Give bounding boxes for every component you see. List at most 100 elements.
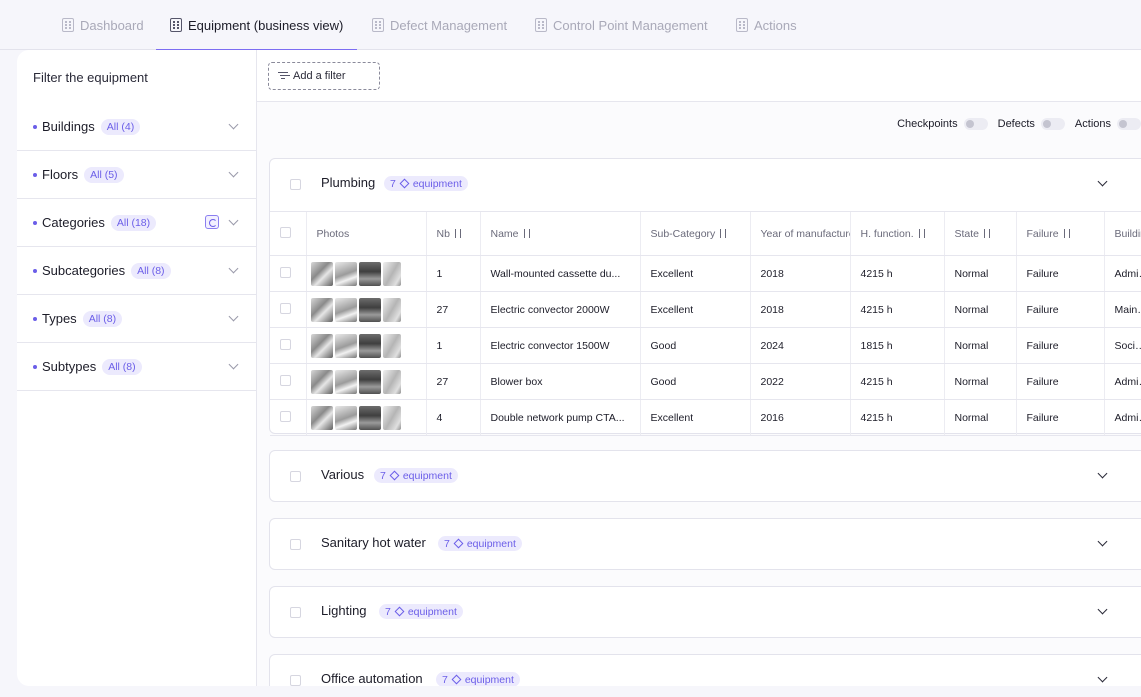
equipment-photo[interactable] xyxy=(310,261,333,286)
header-year-of-manufacture[interactable]: Year of manufacture xyxy=(749,211,850,256)
sort-icon[interactable] xyxy=(523,228,532,238)
tab-defect-management[interactable]: Defect Management xyxy=(372,0,507,50)
tab-dashboard[interactable]: Dashboard xyxy=(62,0,144,50)
row-checkbox[interactable] xyxy=(280,410,291,422)
category-header[interactable]: Office automation 7 equipment xyxy=(270,655,1141,686)
select-all-checkbox[interactable] xyxy=(280,226,291,238)
photos-cell[interactable] xyxy=(305,399,426,436)
filter-floors[interactable]: Floors All (5) xyxy=(17,151,257,199)
table-row[interactable]: 1 Wall-mounted cassette du... Excellent … xyxy=(270,255,1141,292)
diamond-icon xyxy=(451,674,462,685)
equipment-photo[interactable] xyxy=(382,405,401,430)
defects-switch[interactable] xyxy=(1040,118,1065,130)
sort-icon[interactable] xyxy=(1063,228,1072,238)
sort-icon[interactable] xyxy=(454,228,463,238)
photos-cell[interactable] xyxy=(305,255,426,292)
equipment-photo[interactable] xyxy=(382,369,401,394)
equipment-photo[interactable] xyxy=(358,405,381,430)
checkpoints-switch[interactable] xyxy=(963,118,988,130)
cell-state: Normal xyxy=(943,291,1016,328)
header-failure[interactable]: Failure xyxy=(1015,211,1104,256)
category-header[interactable]: Sanitary hot water 7 equipment xyxy=(270,519,1141,569)
category-checkbox[interactable] xyxy=(290,607,301,618)
cell-name[interactable]: Electric convector 1500W xyxy=(479,327,640,364)
actions-switch[interactable] xyxy=(1117,118,1141,130)
category-checkbox[interactable] xyxy=(290,539,301,550)
chevron-down-icon[interactable] xyxy=(228,359,239,370)
equipment-photo[interactable] xyxy=(382,333,401,358)
equipment-photo[interactable] xyxy=(358,297,381,322)
header-label: State xyxy=(954,227,980,240)
tab-actions[interactable]: Actions xyxy=(736,0,797,50)
equipment-photo[interactable] xyxy=(382,261,401,286)
sort-icon[interactable] xyxy=(918,228,927,238)
chevron-down-icon[interactable] xyxy=(228,119,239,130)
cell-name[interactable]: Double network pump CTA... xyxy=(479,399,640,436)
row-checkbox[interactable] xyxy=(280,302,291,314)
building-icon xyxy=(372,18,384,32)
filter-count-pill: All (18) xyxy=(110,214,157,231)
cell-failure: Failure xyxy=(1015,255,1104,292)
sort-icon[interactable] xyxy=(719,228,728,238)
header-nb[interactable]: Nb xyxy=(425,211,480,256)
equipment-photo[interactable] xyxy=(358,369,381,394)
category-checkbox[interactable] xyxy=(290,675,301,686)
photos-cell[interactable] xyxy=(305,327,426,364)
chevron-down-icon[interactable] xyxy=(1097,604,1108,615)
filter-buildings[interactable]: Buildings All (4) xyxy=(17,103,257,151)
photos-cell[interactable] xyxy=(305,363,426,400)
cell-name[interactable]: Wall-mounted cassette du... xyxy=(479,255,640,292)
equipment-photo[interactable] xyxy=(334,405,357,430)
row-checkbox[interactable] xyxy=(280,338,291,350)
header-sub-category[interactable]: Sub-Category xyxy=(639,211,750,256)
chevron-down-icon[interactable] xyxy=(228,215,239,226)
category-header[interactable]: Various 7 equipment xyxy=(270,451,1141,501)
filter-subcategories[interactable]: Subcategories All (8) xyxy=(17,247,257,295)
equipment-photo[interactable] xyxy=(334,261,357,286)
category-checkbox[interactable] xyxy=(290,471,301,482)
filter-subtypes[interactable]: Subtypes All (8) xyxy=(17,343,257,391)
refresh-icon[interactable] xyxy=(205,215,219,229)
category-header[interactable]: Lighting 7 equipment xyxy=(270,587,1141,637)
equipment-photo[interactable] xyxy=(310,297,333,322)
table-row[interactable]: 27 Blower box Good 2022 4215 h Normal Fa… xyxy=(270,363,1141,400)
equipment-photo[interactable] xyxy=(310,369,333,394)
header-label: Name xyxy=(490,227,519,240)
equipment-photo[interactable] xyxy=(310,333,333,358)
equipment-photo[interactable] xyxy=(334,333,357,358)
category-checkbox[interactable] xyxy=(290,179,301,190)
tab-control-point-management[interactable]: Control Point Management xyxy=(535,0,708,50)
row-checkbox[interactable] xyxy=(280,374,291,386)
sort-icon[interactable] xyxy=(983,228,992,238)
chevron-down-icon[interactable] xyxy=(1097,672,1108,683)
table-row[interactable]: 27 Electric convector 2000W Excellent 20… xyxy=(270,291,1141,328)
equipment-photo[interactable] xyxy=(358,333,381,358)
table-row[interactable]: 4 Double network pump CTA... Excellent 2… xyxy=(270,399,1141,436)
chevron-down-icon[interactable] xyxy=(1097,176,1108,187)
filter-categories[interactable]: Categories All (18) xyxy=(17,199,257,247)
header-building[interactable]: Building xyxy=(1103,211,1141,256)
chevron-down-icon[interactable] xyxy=(1097,536,1108,547)
equipment-photo[interactable] xyxy=(310,405,333,430)
row-checkbox[interactable] xyxy=(280,266,291,278)
cell-name[interactable]: Blower box xyxy=(479,363,640,400)
header-name[interactable]: Name xyxy=(479,211,640,256)
table-row[interactable]: 1 Electric convector 1500W Good 2024 181… xyxy=(270,327,1141,364)
add-filter-button[interactable]: Add a filter xyxy=(268,62,380,90)
cell-sub-category: Good xyxy=(639,327,750,364)
cell-name[interactable]: Electric convector 2000W xyxy=(479,291,640,328)
equipment-photo[interactable] xyxy=(334,369,357,394)
header-state[interactable]: State xyxy=(943,211,1016,256)
filter-types[interactable]: Types All (8) xyxy=(17,295,257,343)
category-header[interactable]: Plumbing 7 equipment xyxy=(270,159,1141,209)
chevron-down-icon[interactable] xyxy=(228,167,239,178)
header-h-function[interactable]: H. function. xyxy=(849,211,944,256)
equipment-photo[interactable] xyxy=(334,297,357,322)
equipment-photo[interactable] xyxy=(358,261,381,286)
tab-equipment-business-view[interactable]: Equipment (business view) xyxy=(155,0,358,51)
photos-cell[interactable] xyxy=(305,291,426,328)
chevron-down-icon[interactable] xyxy=(228,311,239,322)
chevron-down-icon[interactable] xyxy=(228,263,239,274)
equipment-photo[interactable] xyxy=(382,297,401,322)
chevron-down-icon[interactable] xyxy=(1097,468,1108,479)
